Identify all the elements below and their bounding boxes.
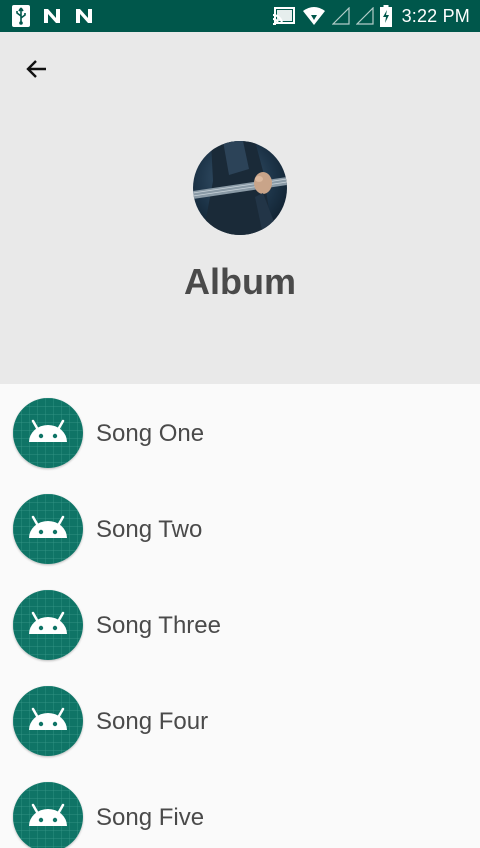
song-title: Song Three (96, 612, 221, 639)
song-title: Song Two (96, 516, 203, 543)
signal-icon (355, 7, 374, 25)
song-title: Song Five (96, 804, 205, 831)
album-title: Album (184, 261, 296, 302)
back-button[interactable] (14, 48, 60, 94)
status-left-icons (12, 5, 106, 27)
song-item[interactable]: Song One (0, 384, 480, 480)
android-icon (13, 494, 83, 564)
arrow-back-icon (25, 57, 49, 85)
song-item[interactable]: Song Three (0, 576, 480, 672)
album-art (193, 141, 287, 235)
song-item[interactable]: Song Two (0, 480, 480, 576)
song-title: Song Four (96, 708, 209, 735)
song-title: Song One (96, 420, 205, 447)
signal-icon (331, 7, 350, 25)
n-notification-icon (42, 7, 62, 25)
status-bar: 3:22 PM (0, 0, 480, 32)
song-item[interactable]: Song Five (0, 768, 480, 848)
n-notification-icon (74, 7, 94, 25)
cast-icon (272, 6, 296, 26)
song-list: Song One Song Two Song Three Song Four S… (0, 384, 480, 848)
usb-icon (12, 5, 30, 27)
android-icon (13, 782, 83, 848)
status-right-icons: 3:22 PM (266, 5, 470, 27)
wifi-icon (302, 6, 326, 26)
album-header: Album (0, 32, 480, 384)
android-icon (13, 398, 83, 468)
android-icon (13, 686, 83, 756)
android-icon (13, 590, 83, 660)
song-item[interactable]: Song Four (0, 672, 480, 768)
battery-charging-icon (379, 5, 392, 27)
status-time: 3:22 PM (401, 5, 470, 26)
